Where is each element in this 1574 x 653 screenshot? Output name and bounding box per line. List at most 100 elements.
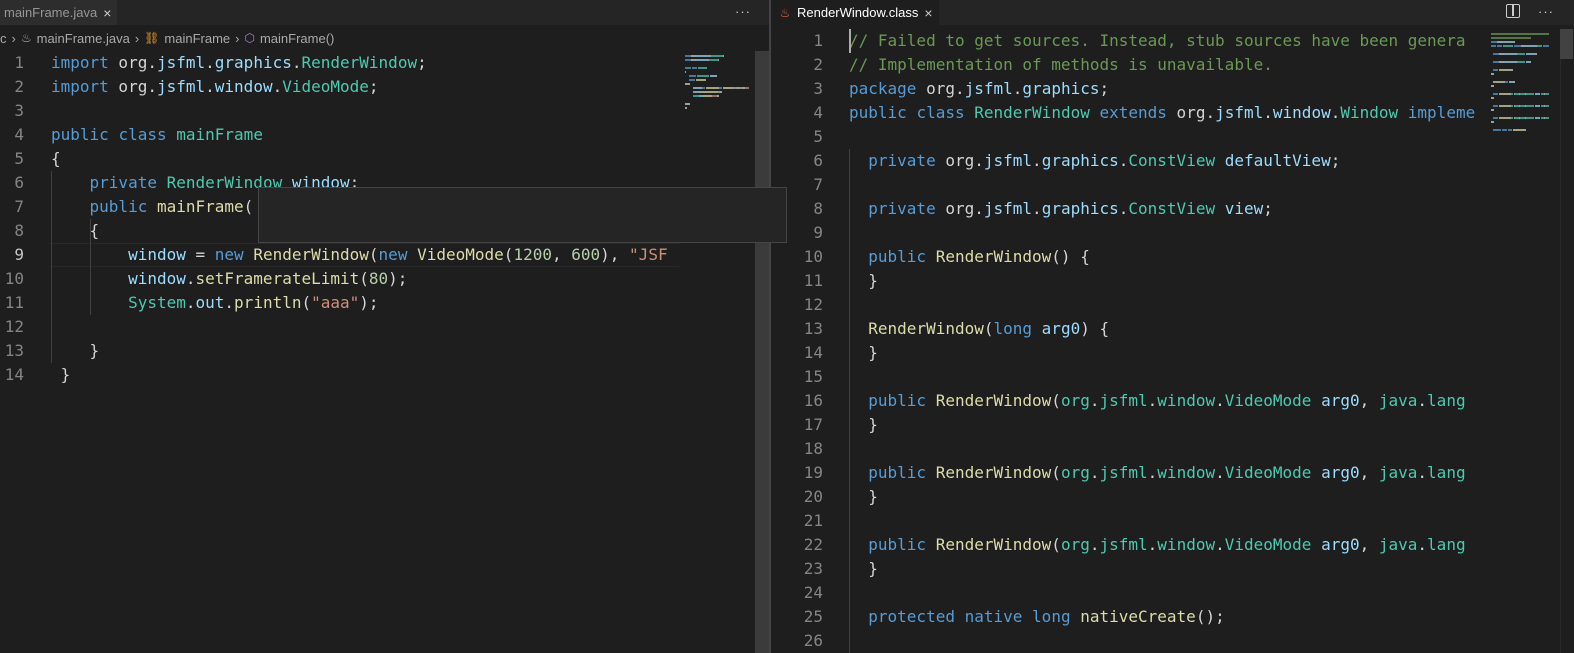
code-token: . — [1118, 151, 1129, 170]
close-icon[interactable]: × — [924, 5, 932, 21]
code-line[interactable]: 10 public RenderWindow() { — [771, 245, 1574, 269]
minimap-stroke — [704, 95, 711, 97]
code-line[interactable]: 26 — [771, 629, 1574, 653]
minimap-stroke — [711, 55, 723, 57]
right-scrollbar-track[interactable] — [1560, 29, 1574, 653]
code-line[interactable]: 2 // Implementation of methods is unavail… — [771, 53, 1574, 77]
code-line[interactable]: 11 System.out.println("aaa"); — [0, 291, 769, 315]
code-line[interactable]: 17 } — [771, 413, 1574, 437]
code-token: . — [224, 293, 235, 312]
code-token: package — [849, 79, 917, 98]
code-line[interactable]: 22 public RenderWindow(org.jsfml.window.… — [771, 533, 1574, 557]
code-line[interactable]: 15 — [771, 365, 1574, 389]
right-minimap[interactable] — [1489, 29, 1559, 653]
minimap-stroke — [1543, 45, 1550, 47]
more-actions-icon[interactable]: ··· — [1538, 4, 1554, 19]
code-line[interactable]: 3 package org.jsfml.graphics; — [771, 77, 1574, 101]
code-text: import org.jsfml.graphics.RenderWindow; — [51, 51, 427, 75]
code-line[interactable]: 1 // Failed to get sources. Instead, stub… — [771, 29, 1574, 53]
left-scrollbar-thumb[interactable] — [755, 51, 769, 653]
code-token: . — [1118, 199, 1129, 218]
minimap-stroke — [1545, 117, 1549, 119]
code-token: nativeCreate — [1080, 607, 1196, 626]
code-line[interactable]: 18 — [771, 437, 1574, 461]
code-token: println — [234, 293, 302, 312]
breadcrumb-file[interactable]: ♨ mainFrame.java — [21, 31, 130, 46]
tab-renderwindow-class[interactable]: ♨ RenderWindow.class × — [771, 0, 939, 25]
code-line[interactable]: 12 — [771, 293, 1574, 317]
code-line[interactable]: 24 — [771, 581, 1574, 605]
code-token: . — [1215, 535, 1225, 554]
code-line[interactable]: 14 } — [771, 341, 1574, 365]
code-token: } — [849, 415, 878, 434]
code-line[interactable]: 21 — [771, 509, 1574, 533]
minimap-stroke — [709, 59, 718, 61]
code-token: jsfml — [964, 79, 1013, 98]
code-line[interactable]: 14 } — [0, 363, 769, 387]
minimap-stroke — [1504, 81, 1509, 83]
breadcrumb-method[interactable]: ⬡ mainFrame() — [244, 31, 334, 46]
close-icon[interactable]: × — [103, 5, 111, 21]
code-line[interactable]: 5{ — [0, 147, 769, 171]
right-scrollbar-thumb[interactable] — [1560, 29, 1573, 59]
text-cursor — [849, 29, 851, 53]
left-minimap[interactable] — [683, 51, 753, 653]
code-token: ( — [1051, 535, 1061, 554]
code-line[interactable]: 23 } — [771, 557, 1574, 581]
code-line[interactable]: 12 — [0, 315, 769, 339]
code-line[interactable]: 4 public class RenderWindow extends org.j… — [771, 101, 1574, 125]
right-code-editor[interactable]: 1 // Failed to get sources. Instead, stub… — [771, 29, 1574, 653]
code-token: jsfml — [983, 199, 1033, 218]
breadcrumb-class[interactable]: ⛓ mainFrame — [144, 31, 230, 46]
code-line[interactable]: 25 protected native long nativeCreate(); — [771, 605, 1574, 629]
code-line[interactable]: 16 public RenderWindow(org.jsfml.window.… — [771, 389, 1574, 413]
minimap-stroke — [1492, 93, 1499, 95]
code-line[interactable]: 1 import org.jsfml.graphics.RenderWindow; — [0, 51, 769, 75]
breadcrumb-leading[interactable]: c — [0, 31, 7, 46]
code-line[interactable]: 13 } — [0, 339, 769, 363]
line-number: 14 — [4, 365, 24, 384]
tab-mainframe-java[interactable]: mainFrame.java × — [0, 0, 118, 25]
code-line[interactable]: 11 } — [771, 269, 1574, 293]
code-line[interactable]: 10 window.setFramerateLimit(80); — [0, 267, 769, 291]
minimap-stroke — [700, 91, 717, 93]
code-line[interactable]: 7 — [771, 173, 1574, 197]
line-number: 11 — [4, 293, 24, 312]
code-token: 80 — [368, 269, 389, 288]
code-line[interactable]: 19 public RenderWindow(org.jsfml.window.… — [771, 461, 1574, 485]
minimap-stroke — [1491, 121, 1494, 123]
code-token: jsfml — [307, 241, 355, 242]
code-line[interactable]: 3 — [0, 99, 769, 123]
hover-line-1: org.jsfml.graphics.RenderWindow.RenderWi… — [268, 239, 779, 242]
code-token: ( — [243, 197, 254, 216]
code-token: out — [195, 293, 225, 312]
breadcrumb-file-label: mainFrame.java — [36, 30, 130, 46]
code-token: ( — [301, 293, 312, 312]
code-token: . — [441, 241, 451, 242]
code-token: private — [868, 199, 936, 218]
code-line[interactable]: 9 — [771, 221, 1574, 245]
more-actions-icon[interactable]: ··· — [735, 4, 751, 19]
code-line[interactable]: 8 private org.jsfml.graphics.ConstView v… — [771, 197, 1574, 221]
code-line[interactable]: 6 private org.jsfml.graphics.ConstView d… — [771, 149, 1574, 173]
code-line[interactable]: 5 — [771, 125, 1574, 149]
split-editor-icon[interactable] — [1506, 4, 1520, 18]
code-token: RenderWindow — [935, 463, 1052, 482]
code-token: long — [993, 319, 1033, 338]
code-line[interactable]: 9 window = new RenderWindow(new VideoMod… — [0, 243, 769, 267]
minimap-stroke — [685, 67, 691, 69]
code-line[interactable]: 13 RenderWindow(long arg0) { — [771, 317, 1574, 341]
code-line[interactable]: 2 import org.jsfml.window.VideoMode; — [0, 75, 769, 99]
code-line[interactable]: 4 public class mainFrame — [0, 123, 769, 147]
left-code-editor[interactable]: 1 import org.jsfml.graphics.RenderWindow;… — [0, 51, 769, 653]
code-line[interactable]: 20 } — [771, 485, 1574, 509]
tab-label: mainFrame.java — [4, 5, 98, 20]
right-tab-bar: ♨ RenderWindow.class × ··· — [771, 0, 1574, 25]
code-token: RenderWindow — [935, 391, 1052, 410]
